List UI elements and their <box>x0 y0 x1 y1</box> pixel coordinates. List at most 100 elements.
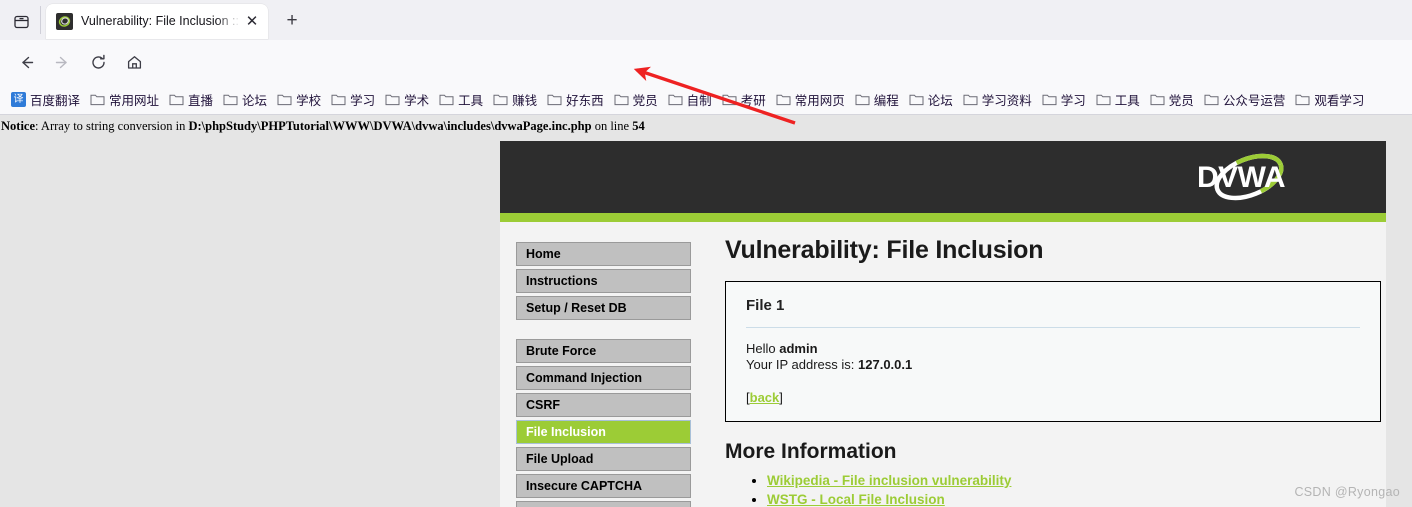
bookmark-item[interactable]: 学习 <box>326 88 380 110</box>
bookmark-item[interactable]: 工具 <box>1091 88 1145 110</box>
bookmark-label: 百度翻译 <box>30 93 81 108</box>
bookmark-label: 论坛 <box>242 93 268 108</box>
bookmark-item[interactable]: 自制 <box>663 88 717 110</box>
folder-icon <box>909 93 924 106</box>
folder-icon <box>1042 93 1057 106</box>
bookmark-item[interactable]: 党员 <box>609 88 663 110</box>
external-link[interactable]: WSTG - Local File Inclusion <box>767 492 945 507</box>
file-heading: File 1 <box>746 297 785 314</box>
bookmarks-bar: 译百度翻译 常用网址 直播 论坛 学校 学习 学术 工具 赚钱 好东西 党员 自制 考研 常用网页 编程 论坛… <box>0 84 1412 114</box>
php-notice-line: 54 <box>632 119 645 133</box>
arrow-right-icon <box>55 56 67 68</box>
ip-prefix: Your IP address is: <box>746 356 859 372</box>
sidebar-item-clipped[interactable] <box>516 501 691 507</box>
bookmark-item[interactable]: 常用网页 <box>771 88 850 110</box>
browser-navbar: 127.0.0.1/dvwa/vulnerabilities/fi/?page=… <box>0 40 1412 117</box>
bookmark-label: 学习资料 <box>981 93 1032 108</box>
bookmark-item[interactable]: 学习资料 <box>958 88 1037 110</box>
bookmark-item[interactable]: 观看学习 <box>1290 88 1369 110</box>
folder-icon <box>1295 93 1310 106</box>
back-button[interactable] <box>14 50 38 74</box>
dvwa-logo-icon: DVWA <box>1197 153 1286 201</box>
bookmark-label: 学术 <box>404 93 430 108</box>
folder-icon <box>331 93 346 106</box>
dvwa-logo-text: DVWA <box>1197 161 1285 194</box>
php-notice: Notice: Array to string conversion in D:… <box>0 119 1412 134</box>
tab-divider <box>40 6 41 34</box>
new-tab-button[interactable]: + <box>278 8 306 34</box>
folder-icon <box>169 93 184 106</box>
bookmark-item[interactable]: 编程 <box>850 88 904 110</box>
dvwa-sidebar-menu: Home Instructions Setup / Reset DB Brute Fo… <box>516 242 691 507</box>
bookmark-item[interactable]: 学校 <box>272 88 326 110</box>
bracket-close: ] <box>779 390 783 405</box>
folder-icon <box>439 93 454 106</box>
bookmark-label: 论坛 <box>927 93 953 108</box>
browser-tab-active[interactable]: Vulnerability: File Inclusion :: D ✕ <box>46 4 268 39</box>
sidebar-item-file-upload[interactable]: File Upload <box>516 447 691 471</box>
folder-icon <box>277 93 292 106</box>
csdn-watermark: CSDN @Ryongao <box>1294 485 1400 499</box>
bookmark-item[interactable]: 考研 <box>717 88 771 110</box>
divider <box>746 327 1360 328</box>
reload-icon <box>91 54 105 69</box>
bookmark-item[interactable]: 直播 <box>164 88 218 110</box>
folder-icon <box>1204 93 1219 106</box>
bookmark-label: 编程 <box>873 93 899 108</box>
bookmark-item[interactable]: 学习 <box>1037 88 1091 110</box>
folder-icon <box>776 93 791 106</box>
bookmark-label: 学校 <box>296 93 322 108</box>
screenshot-root: Vulnerability: File Inclusion :: D ✕ + 译… <box>0 0 1412 507</box>
dvwa-main-content: Vulnerability: File Inclusion File 1 Hel… <box>725 236 1381 507</box>
folder-icon <box>90 93 105 106</box>
sidebar-item-file-inclusion[interactable]: File Inclusion <box>516 420 691 444</box>
bookmark-item[interactable]: 论坛 <box>904 88 958 110</box>
sidebar-item-csrf[interactable]: CSRF <box>516 393 691 417</box>
bookmark-item[interactable]: 译百度翻译 <box>6 88 85 110</box>
folder-icon <box>614 93 629 106</box>
folder-icon <box>668 93 683 106</box>
bookmark-label: 考研 <box>740 93 766 108</box>
sidebar-item-instructions[interactable]: Instructions <box>516 269 691 293</box>
bookmark-item[interactable]: 好东西 <box>542 88 609 110</box>
sidebar-item-setup-reset-db[interactable]: Setup / Reset DB <box>516 296 691 320</box>
home-button[interactable] <box>122 50 146 74</box>
back-link-wrap: [back] <box>746 390 1360 405</box>
bookmark-item[interactable]: 学术 <box>380 88 434 110</box>
bookmark-label: 工具 <box>1114 93 1140 108</box>
bookmark-label: 公众号运营 <box>1222 93 1286 108</box>
bookmark-item[interactable]: 论坛 <box>218 88 272 110</box>
folder-icon <box>493 93 508 106</box>
external-link[interactable]: Wikipedia - File inclusion vulnerability <box>767 473 1011 488</box>
arrow-left-icon <box>21 56 33 68</box>
reload-button[interactable] <box>86 50 110 74</box>
bookmark-label: 工具 <box>458 93 484 108</box>
sidebar-item-insecure-captcha[interactable]: Insecure CAPTCHA <box>516 474 691 498</box>
php-notice-file: D:\phpStudy\PHPTutorial\WWW\DVWA\dvwa\in… <box>188 119 592 133</box>
browser-tab-title: Vulnerability: File Inclusion :: D <box>81 14 242 28</box>
hello-prefix: Hello <box>746 341 780 356</box>
more-information-list: Wikipedia - File inclusion vulnerability… <box>725 472 1381 507</box>
folder-icon <box>963 93 978 106</box>
ip-line: Your IP address is: 127.0.0.1 <box>746 357 1360 373</box>
tab-list-button[interactable] <box>8 9 34 33</box>
dvwa-green-bar <box>500 213 1386 222</box>
bookmark-item[interactable]: 赚钱 <box>488 88 542 110</box>
bookmark-label: 党员 <box>1168 93 1194 108</box>
sidebar-item-brute-force[interactable]: Brute Force <box>516 339 691 363</box>
sidebar-item-command-injection[interactable]: Command Injection <box>516 366 691 390</box>
bookmark-item[interactable]: 党员 <box>1145 88 1199 110</box>
bookmark-label: 常用网址 <box>109 93 160 108</box>
folder-icon <box>722 93 737 106</box>
page-viewport: Notice: Array to string conversion in D:… <box>0 115 1412 507</box>
bookmark-label: 党员 <box>632 93 658 108</box>
sidebar-item-home[interactable]: Home <box>516 242 691 266</box>
bookmark-label: 学习 <box>350 93 376 108</box>
bookmark-item[interactable]: 工具 <box>434 88 488 110</box>
forward-button[interactable] <box>50 50 74 74</box>
bookmark-item[interactable]: 常用网址 <box>85 88 164 110</box>
back-link[interactable]: back <box>750 390 780 405</box>
close-icon[interactable]: ✕ <box>242 12 262 32</box>
bookmark-label: 自制 <box>686 93 712 108</box>
bookmark-item[interactable]: 公众号运营 <box>1199 88 1291 110</box>
